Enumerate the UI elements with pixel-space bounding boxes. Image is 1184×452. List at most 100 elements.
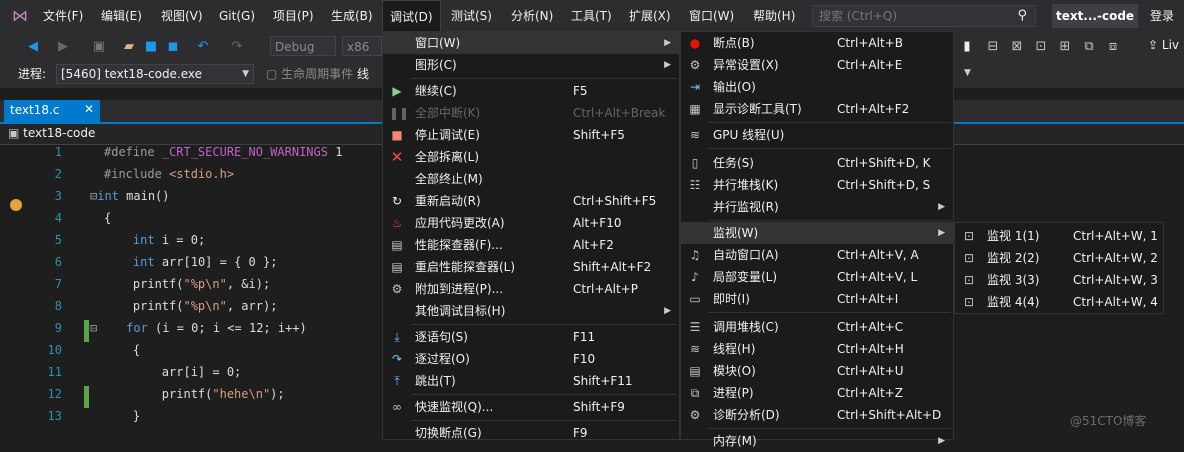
- toolbar-icon-a[interactable]: ⊟: [984, 38, 1002, 56]
- window-item-memory[interactable]: 内存(M) ▶: [681, 430, 953, 452]
- debug-menu-item-attach-process[interactable]: ⚙ 附加到进程(P)... Ctrl+Alt+P: [383, 278, 679, 300]
- window-item-watch[interactable]: 监视(W) ▶: [681, 222, 953, 244]
- menu-item-shortcut: Alt+F10: [573, 216, 622, 230]
- menu-test[interactable]: 测试(S): [444, 0, 499, 32]
- window-item-gpu-threads[interactable]: ≋ GPU 线程(U): [681, 124, 953, 146]
- current-statement-marker-icon: [10, 199, 22, 211]
- toolbar-icon-c[interactable]: ⊡: [1032, 38, 1050, 56]
- window-item-threads[interactable]: ≋ 线程(H) Ctrl+Alt+H: [681, 338, 953, 360]
- watch-item-1[interactable]: ⊡ 监视 1(1) Ctrl+Alt+W, 1: [955, 225, 1163, 247]
- menu-item-shortcut: Ctrl+Shift+Alt+D: [837, 408, 942, 422]
- window-item-diagnostic-analysis[interactable]: ⚙ 诊断分析(D) Ctrl+Shift+Alt+D: [681, 404, 953, 426]
- menu-project[interactable]: 项目(P): [266, 0, 321, 32]
- visual-studio-logo-icon[interactable]: ⋈: [10, 7, 30, 25]
- tab-text18-c[interactable]: text18.c ✕: [4, 100, 100, 122]
- window-item-modules[interactable]: ▤ 模块(O) Ctrl+Alt+U: [681, 360, 953, 382]
- save-all-icon[interactable]: ◼: [164, 38, 182, 56]
- close-icon[interactable]: ✕: [84, 102, 94, 116]
- forward-icon[interactable]: ▶: [54, 38, 72, 56]
- debug-menu-item-restart-profiler[interactable]: ▤ 重启性能探查器(L) Shift+Alt+F2: [383, 256, 679, 278]
- toolbar-icon-b[interactable]: ⊠: [1008, 38, 1026, 56]
- collapse-icon[interactable]: ⊟: [90, 321, 97, 335]
- watch-window-icon: ⊡: [963, 295, 975, 309]
- menu-window[interactable]: 窗口(W): [682, 0, 741, 32]
- line-number: 4: [54, 211, 62, 225]
- play-icon: ▶: [392, 84, 402, 98]
- menu-item-shortcut: Ctrl+Alt+E: [837, 58, 903, 72]
- menu-tools[interactable]: 工具(T): [564, 0, 619, 32]
- window-item-locals[interactable]: ♪ 局部变量(L) Ctrl+Alt+V, L: [681, 266, 953, 288]
- search-icon[interactable]: ⚲: [1017, 8, 1027, 23]
- menu-debug[interactable]: 调试(D): [382, 0, 441, 32]
- redo-icon[interactable]: ↷: [228, 38, 246, 56]
- toolbar-icon-d[interactable]: ⊞: [1056, 38, 1074, 56]
- debug-menu-item-profiler[interactable]: ▤ 性能探查器(F)... Alt+F2: [383, 234, 679, 256]
- search-input[interactable]: [819, 6, 999, 26]
- window-item-output[interactable]: ⇥ 输出(O): [681, 76, 953, 98]
- bookmark-icon[interactable]: ▮: [958, 38, 976, 56]
- window-item-parallel-watch[interactable]: 并行监视(R) ▶: [681, 196, 953, 218]
- debug-menu-item-terminate-all[interactable]: 全部终止(M): [383, 168, 679, 190]
- locals-icon: ♪: [691, 270, 699, 284]
- menu-view[interactable]: 视图(V): [154, 0, 210, 32]
- debug-menu-item-continue[interactable]: ▶ 继续(C) F5: [383, 80, 679, 102]
- thread-label: 线: [357, 67, 370, 81]
- window-item-diagnostic-tools[interactable]: ▦ 显示诊断工具(T) Ctrl+Alt+F2: [681, 98, 953, 120]
- login-link[interactable]: 登录: [1150, 0, 1174, 32]
- back-icon[interactable]: ◀: [24, 38, 42, 56]
- watch-item-4[interactable]: ⊡ 监视 4(4) Ctrl+Alt+W, 4: [955, 291, 1163, 313]
- watch-item-3[interactable]: ⊡ 监视 3(3) Ctrl+Alt+W, 3: [955, 269, 1163, 291]
- window-item-processes[interactable]: ⧉ 进程(P) Ctrl+Alt+Z: [681, 382, 953, 404]
- window-item-immediate[interactable]: ▭ 即时(I) Ctrl+Alt+I: [681, 288, 953, 310]
- menu-file[interactable]: 文件(F): [36, 0, 90, 32]
- debug-menu-item-toggle-breakpoint[interactable]: 切换断点(G) F9: [383, 422, 679, 444]
- menu-help[interactable]: 帮助(H): [746, 0, 802, 32]
- menu-item-label: 即时(I): [713, 292, 750, 306]
- window-item-call-stack[interactable]: ☰ 调用堆栈(C) Ctrl+Alt+C: [681, 316, 953, 338]
- debug-menu-item-window[interactable]: 窗口(W) ▶: [383, 32, 679, 54]
- undo-icon[interactable]: ↶: [194, 38, 212, 56]
- menu-git[interactable]: Git(G): [212, 0, 262, 32]
- new-item-icon[interactable]: ▣: [90, 38, 108, 56]
- debug-menu-item-quickwatch[interactable]: ∞ 快速监视(Q)... Shift+F9: [383, 396, 679, 418]
- process-select[interactable]: [5460] text18-code.exe ▼: [56, 64, 254, 84]
- toolbar-icon-e[interactable]: ⧉: [1080, 38, 1098, 56]
- open-folder-icon[interactable]: ▰: [120, 38, 138, 56]
- toolbar-overflow-icon[interactable]: ▼: [964, 68, 971, 78]
- menu-analyze[interactable]: 分析(N): [504, 0, 560, 32]
- menu-extensions[interactable]: 扩展(X): [622, 0, 678, 32]
- window-item-exception-settings[interactable]: ⚙ 异常设置(X) Ctrl+Alt+E: [681, 54, 953, 76]
- debug-menu-item-graphics[interactable]: 图形(C) ▶: [383, 54, 679, 76]
- debug-menu-item-step-into[interactable]: ⤓ 逐语句(S) F11: [383, 326, 679, 348]
- debug-menu-item-stop[interactable]: ■ 停止调试(E) Shift+F5: [383, 124, 679, 146]
- window-item-breakpoints[interactable]: ● 断点(B) Ctrl+Alt+B: [681, 32, 953, 54]
- watch-window-icon: ⊡: [963, 251, 975, 265]
- debug-menu-item-detach-all[interactable]: ✕ 全部拆离(L): [383, 146, 679, 168]
- search-box[interactable]: ⚲: [812, 5, 1036, 27]
- menu-item-label: 诊断分析(D): [713, 408, 780, 422]
- solution-config-select[interactable]: Debug: [270, 36, 336, 56]
- window-item-parallel-stacks[interactable]: ☷ 并行堆栈(K) Ctrl+Shift+D, S: [681, 174, 953, 196]
- menu-item-shortcut: Shift+F5: [573, 128, 625, 142]
- watch-item-2[interactable]: ⊡ 监视 2(2) Ctrl+Alt+W, 2: [955, 247, 1163, 269]
- debug-menu-item-step-over[interactable]: ↷ 逐过程(O) F10: [383, 348, 679, 370]
- line-number: 1: [54, 145, 62, 159]
- window-item-tasks[interactable]: ▯ 任务(S) Ctrl+Shift+D, K: [681, 152, 953, 174]
- debug-menu-item-other-targets[interactable]: 其他调试目标(H) ▶: [383, 300, 679, 322]
- debug-menu-item-restart[interactable]: ↻ 重新启动(R) Ctrl+Shift+F5: [383, 190, 679, 212]
- menu-edit[interactable]: 编辑(E): [94, 0, 149, 32]
- save-icon[interactable]: ■: [142, 38, 160, 56]
- debug-menu-item-break-all[interactable]: ❚❚ 全部中断(K) Ctrl+Alt+Break: [383, 102, 679, 124]
- live-share-button[interactable]: ⇪ Liv: [1148, 38, 1179, 52]
- toolbar-icon-f[interactable]: ⧈: [1104, 38, 1122, 56]
- solution-name-badge[interactable]: text...-code: [1052, 4, 1138, 28]
- project-select[interactable]: ▣ text18-code: [8, 124, 95, 142]
- lifecycle-events-button[interactable]: ▢ 生命周期事件 线: [266, 66, 369, 82]
- debug-menu-item-step-out[interactable]: ⤒ 跳出(T) Shift+F11: [383, 370, 679, 392]
- step-out-icon: ⤒: [394, 374, 400, 388]
- line-number: 8: [54, 299, 62, 313]
- window-item-autos[interactable]: ♫ 自动窗口(A) Ctrl+Alt+V, A: [681, 244, 953, 266]
- solution-platform-select[interactable]: x86: [342, 36, 382, 56]
- menu-build[interactable]: 生成(B): [324, 0, 380, 32]
- debug-menu-item-apply-code-changes[interactable]: ♨ 应用代码更改(A) Alt+F10: [383, 212, 679, 234]
